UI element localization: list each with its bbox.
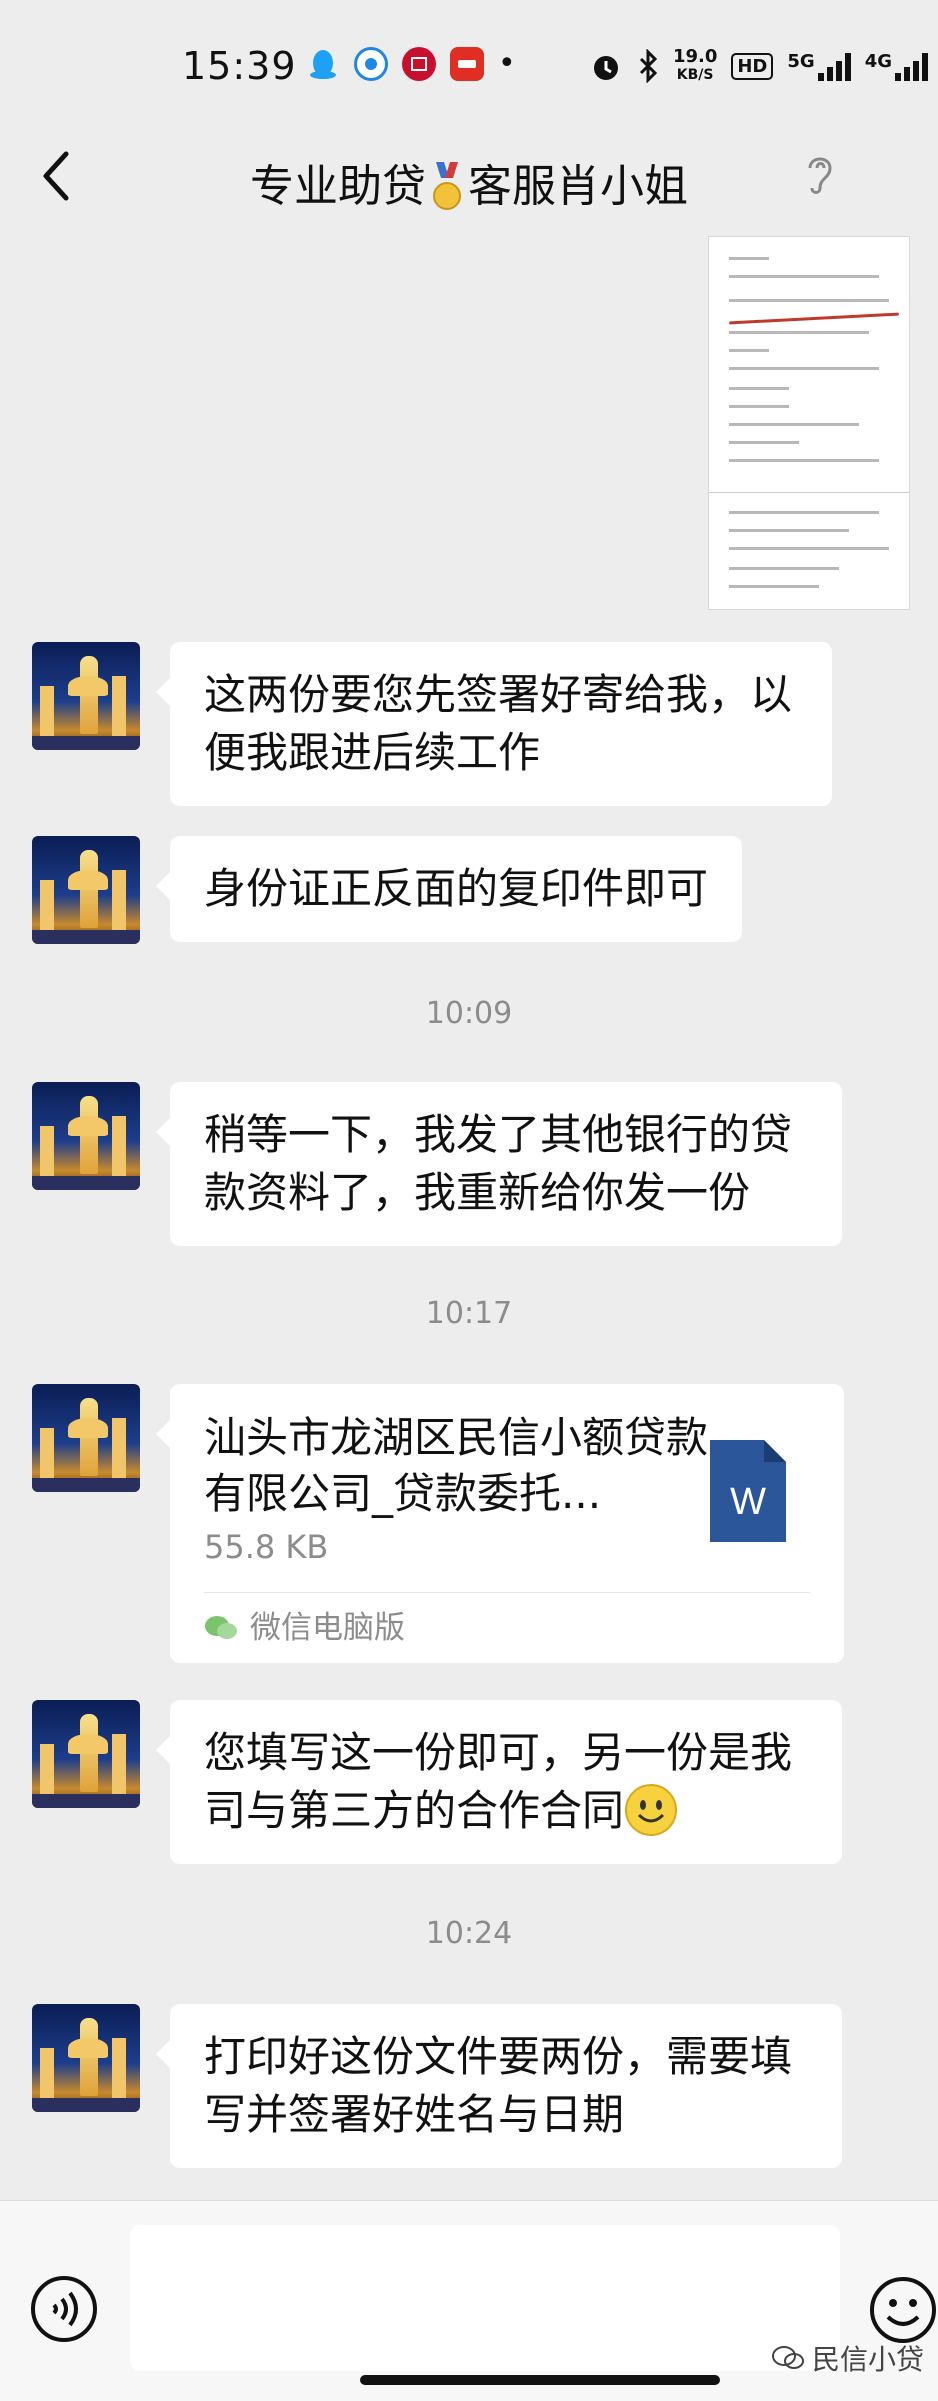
file-source-label: 微信电脑版 xyxy=(250,1610,405,1646)
chat-header: 专业助贷 客服肖小姐 xyxy=(0,130,938,240)
watermark: 民信小贷 xyxy=(772,2338,924,2378)
net-speed-unit: KB/S xyxy=(676,67,714,83)
alarm-icon xyxy=(593,56,618,80)
system-icons: 19.0 KB/S HD 5G 4G xyxy=(589,48,928,84)
medal-icon xyxy=(433,162,461,210)
avatar[interactable] xyxy=(32,1700,140,1808)
signal-4g: 4G xyxy=(865,51,928,81)
chat-message: 这两份要您先签署好寄给我，以便我跟进后续工作 xyxy=(32,642,832,806)
dot-icon: • xyxy=(498,46,516,81)
notification-icons: • xyxy=(306,46,516,81)
avatar[interactable] xyxy=(32,642,140,750)
emoji-icon[interactable] xyxy=(868,2275,938,2345)
qq-icon xyxy=(306,47,340,81)
chat-message: 身份证正反面的复印件即可 xyxy=(32,836,743,944)
avatar[interactable] xyxy=(32,1082,140,1190)
signal-bars-icon xyxy=(817,51,851,81)
message-input[interactable] xyxy=(130,2225,840,2371)
timestamp: 10:09 xyxy=(425,996,513,1031)
chat-message: 您填写这一份即可，另一份是我司与第三方的合作合同 xyxy=(32,1700,842,1864)
voice-input-icon[interactable] xyxy=(30,2275,98,2343)
chat-message: 稍等一下，我发了其他银行的贷款资料了，我重新给你发一份 xyxy=(32,1082,842,1246)
message-bubble[interactable]: 这两份要您先签署好寄给我，以便我跟进后续工作 xyxy=(156,642,832,806)
pinduoduo-icon xyxy=(450,46,484,81)
earpiece-mode-icon xyxy=(808,157,832,194)
file-name: 汕头市龙湖区民信小额贷款有限公司_贷款委托... xyxy=(204,1413,709,1518)
browser-app-icon xyxy=(354,46,388,81)
status-bar: 15:39 • 19.0 KB/S HD 5G 4G xyxy=(0,0,938,130)
message-bubble[interactable]: 身份证正反面的复印件即可 xyxy=(155,836,743,942)
home-indicator[interactable] xyxy=(360,2375,720,2385)
chat-message: 打印好这份文件要两份，需要填写并签署好姓名与日期 xyxy=(32,2004,842,2168)
avatar[interactable] xyxy=(32,2004,140,2112)
chat-message: 汕头市龙湖区民信小额贷款有限公司_贷款委托... 55.8 KB W 微信电脑版 xyxy=(32,1384,844,1663)
message-bubble[interactable]: 您填写这一份即可，另一份是我司与第三方的合作合同 xyxy=(156,1700,842,1864)
message-bubble[interactable]: 打印好这份文件要两份，需要填写并签署好姓名与日期 xyxy=(156,2004,842,2168)
svg-text:W: W xyxy=(730,1481,766,1523)
hd-badge: HD xyxy=(731,52,774,80)
file-message-card[interactable]: 汕头市龙湖区民信小额贷款有限公司_贷款委托... 55.8 KB W 微信电脑版 xyxy=(156,1384,844,1663)
document-page-thumbnail xyxy=(709,495,909,609)
status-time: 15:39 xyxy=(182,44,297,88)
message-bubble[interactable]: 稍等一下，我发了其他银行的贷款资料了，我重新给你发一份 xyxy=(156,1082,842,1246)
document-page-thumbnail xyxy=(709,237,909,493)
smile-emoji-icon xyxy=(625,1784,678,1836)
watermark-text: 民信小贷 xyxy=(812,2343,925,2376)
signal-bars-icon xyxy=(895,51,928,81)
timestamp: 10:17 xyxy=(425,1296,513,1331)
bank-app-icon xyxy=(402,46,436,81)
avatar[interactable] xyxy=(32,1384,140,1492)
chat-title: 专业助贷 客服肖小姐 xyxy=(0,150,938,216)
bluetooth-icon xyxy=(639,49,658,83)
message-text: 您填写这一份即可，另一份是我司与第三方的合作合同 xyxy=(204,1728,793,1835)
avatar[interactable] xyxy=(32,836,140,944)
signal-5g: 5G xyxy=(787,51,851,81)
file-source: 微信电脑版 xyxy=(204,1592,810,1663)
word-document-icon: W xyxy=(710,1440,786,1542)
document-image-message[interactable] xyxy=(708,236,910,610)
wechat-icon xyxy=(205,1616,237,1639)
net-speed-value: 19.0 xyxy=(672,46,718,67)
timestamp: 10:24 xyxy=(425,1916,513,1951)
net-speed: 19.0 KB/S xyxy=(673,48,717,84)
wechat-official-icon xyxy=(772,2346,804,2369)
